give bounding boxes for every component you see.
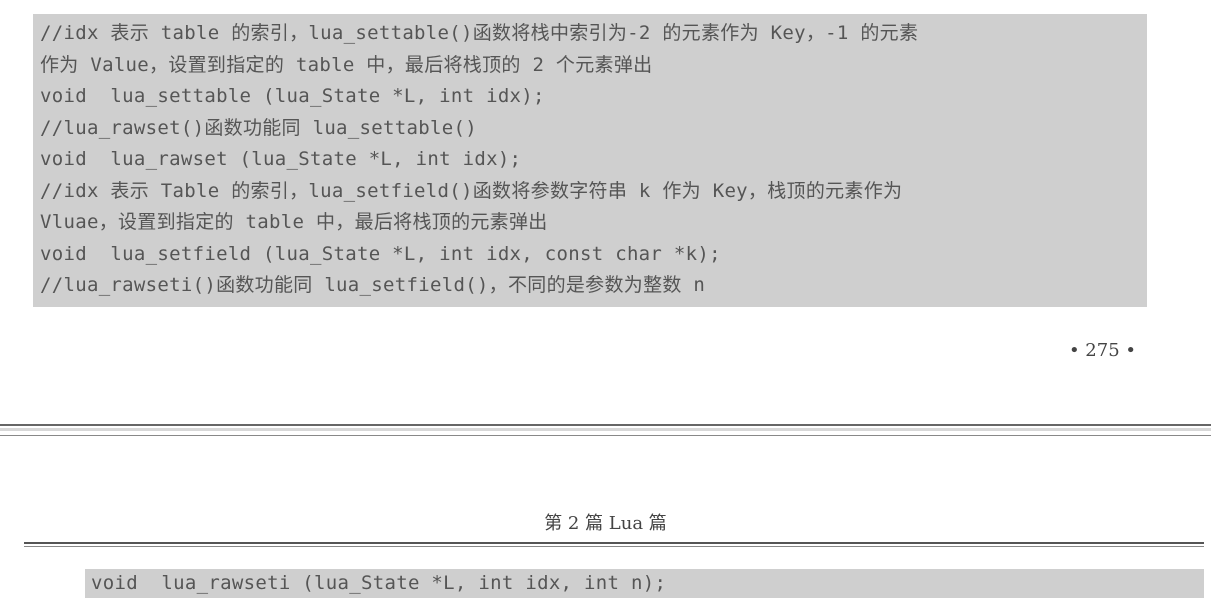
code-line: //lua_rawseti()函数功能同 lua_setfield()，不同的是… [40,274,706,296]
code-line: //idx 表示 Table 的索引，lua_setfield()函数将参数字符… [40,179,903,202]
page-divider-band [0,428,1211,431]
code-line: //lua_rawset()函数功能同 lua_settable() [40,116,477,139]
page-divider [0,424,1211,436]
code-line: Vluae，设置到指定的 table 中，最后将栈顶的元素弹出 [40,211,548,233]
code-line: 作为 Value，设置到指定的 table 中，最后将栈顶的 2 个元素弹出 [40,53,653,76]
code-block-bottom: void lua_rawseti (lua_State *L, int idx,… [85,569,1204,598]
header-rule [24,542,1204,547]
code-line: void lua_rawset (lua_State *L, int idx); [40,148,522,170]
code-line: void lua_rawseti (lua_State *L, int idx,… [91,572,667,594]
code-line: void lua_settable (lua_State *L, int idx… [40,85,545,107]
running-header: 第 2 篇 Lua 篇 [544,513,667,534]
code-block-top: //idx 表示 table 的索引，lua_settable()函数将栈中索引… [33,14,1147,307]
page-number: • 275 • [1068,340,1136,361]
code-line: void lua_setfield (lua_State *L, int idx… [40,242,721,265]
code-line: //idx 表示 table 的索引，lua_settable()函数将栈中索引… [40,22,919,44]
